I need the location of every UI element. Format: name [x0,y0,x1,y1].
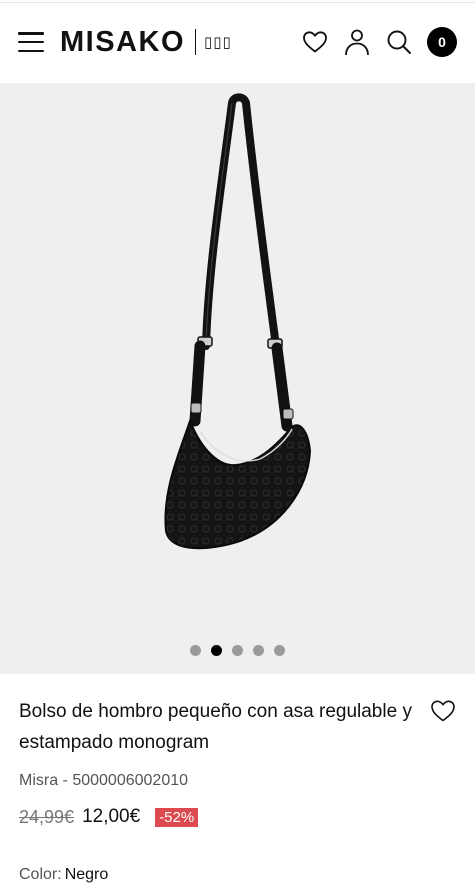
header-actions: 0 [301,3,457,81]
color-row: Color: Negro [19,866,456,884]
product-title: Bolso de hombro pequeño con asa regulabl… [19,701,412,753]
price-row: 24,99€ 12,00€ -52% [19,806,456,828]
brand-logo[interactable]: MISAKO [60,26,185,59]
discount-badge: -52% [155,807,199,827]
color-value: Negro [64,866,109,883]
slide-dot-active[interactable] [211,645,222,656]
heart-icon[interactable] [301,28,329,56]
old-price: 24,99€ [19,806,75,827]
user-icon[interactable] [343,28,371,56]
slide-dot[interactable] [253,645,264,656]
slide-dot[interactable] [232,645,243,656]
site-header: MISAKO ▯▯▯ 0 [0,3,475,81]
slide-dot[interactable] [190,645,201,656]
title-row: Bolso de hombro pequeño con asa regulabl… [19,696,456,758]
menu-icon[interactable] [18,32,44,52]
product-sku: Misra - 5000006002010 [19,772,189,789]
cart-icon[interactable]: 0 [427,27,457,57]
wishlist-heart-icon[interactable] [430,699,456,725]
slide-indicator [0,645,475,656]
brand-sublogo: ▯▯▯ [204,33,232,51]
product-gallery[interactable] [0,83,475,674]
cart-count: 0 [438,34,446,50]
logo-divider [195,29,196,55]
product-image [164,93,312,550]
product-info: Bolso de hombro pequeño con asa regulabl… [0,696,475,884]
search-icon[interactable] [385,28,413,56]
current-price: 12,00€ [82,806,141,827]
color-label: Color: [19,866,62,883]
slide-dot[interactable] [274,645,285,656]
